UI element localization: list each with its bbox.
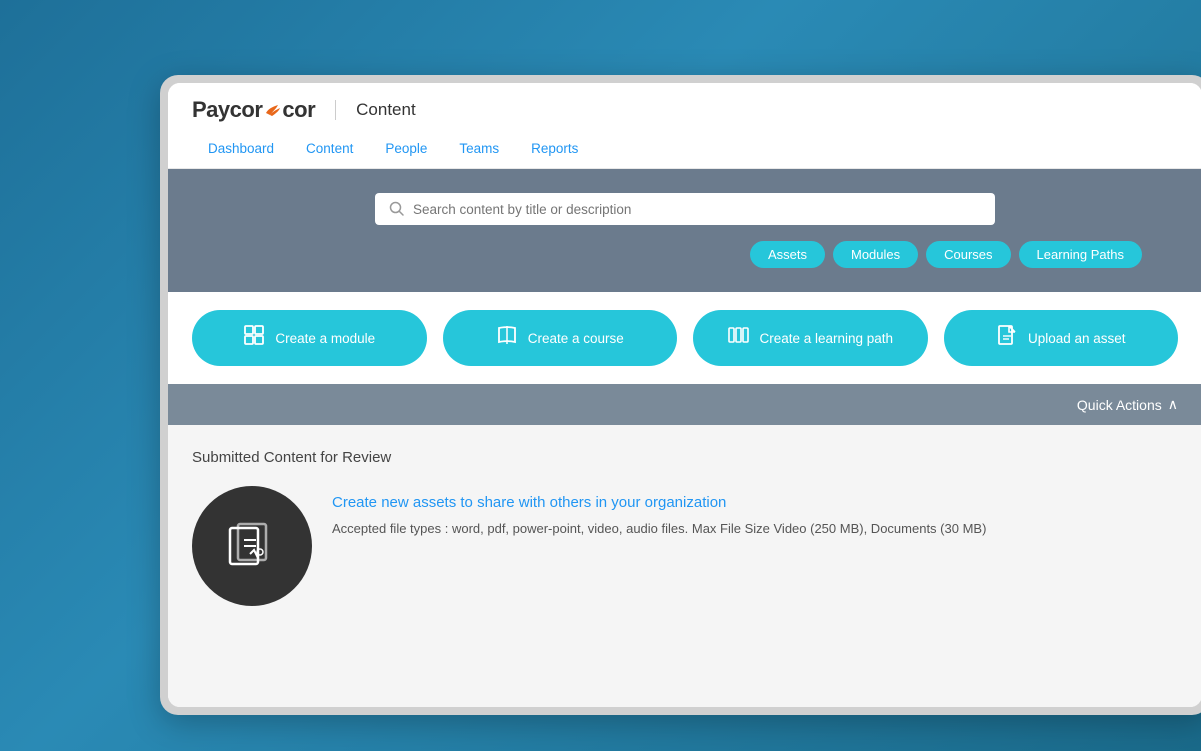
content-info: Create new assets to share with others i… xyxy=(332,486,1178,539)
upload-asset-icon xyxy=(996,324,1018,352)
course-svg-icon xyxy=(496,324,518,346)
header-top: Paycor cor Content xyxy=(192,83,1178,131)
create-module-label: Create a module xyxy=(275,331,375,346)
documents-icon xyxy=(222,516,282,576)
screen-background: Paycor cor Content xyxy=(0,0,1201,751)
header-divider xyxy=(335,100,336,120)
nav-item-reports[interactable]: Reports xyxy=(515,131,594,168)
section-title: Submitted Content for Review xyxy=(192,449,1178,466)
device-frame: Paycor cor Content xyxy=(160,75,1201,715)
chevron-up-icon: ∧ xyxy=(1168,396,1178,413)
upload-asset-button[interactable]: Upload an asset xyxy=(944,310,1179,366)
nav-bar: Dashboard Content People Teams Reports xyxy=(192,131,1178,168)
nav-item-people[interactable]: People xyxy=(369,131,443,168)
create-module-icon xyxy=(243,324,265,352)
header: Paycor cor Content xyxy=(168,83,1201,169)
search-input[interactable] xyxy=(413,202,981,217)
chip-courses[interactable]: Courses xyxy=(926,241,1010,268)
create-course-label: Create a course xyxy=(528,331,624,346)
search-section: Assets Modules Courses Learning Paths xyxy=(168,169,1201,292)
create-course-button[interactable]: Create a course xyxy=(443,310,678,366)
filter-chips: Assets Modules Courses Learning Paths xyxy=(168,241,1201,268)
chip-assets[interactable]: Assets xyxy=(750,241,825,268)
quick-actions-label: Quick Actions xyxy=(1077,397,1162,413)
create-module-button[interactable]: Create a module xyxy=(192,310,427,366)
quick-actions-text[interactable]: Quick Actions ∧ xyxy=(1077,396,1178,413)
nav-item-dashboard[interactable]: Dashboard xyxy=(192,131,290,168)
nav-item-content[interactable]: Content xyxy=(290,131,369,168)
module-svg-icon xyxy=(243,324,265,346)
content-row: Create new assets to share with others i… xyxy=(192,486,1178,606)
create-learning-path-icon xyxy=(727,324,749,352)
empty-state-image xyxy=(192,486,312,606)
chip-learning-paths[interactable]: Learning Paths xyxy=(1019,241,1142,268)
create-course-icon xyxy=(496,324,518,352)
empty-state-title: Create new assets to share with others i… xyxy=(332,494,1178,511)
device-inner: Paycor cor Content xyxy=(168,83,1201,707)
logo-text-2: cor xyxy=(282,97,315,123)
app-title: Content xyxy=(356,100,416,120)
create-learning-path-button[interactable]: Create a learning path xyxy=(693,310,928,366)
action-buttons: Create a module Create a course xyxy=(168,292,1201,384)
quick-actions-bar[interactable]: Quick Actions ∧ xyxy=(168,384,1201,425)
logo-area: Paycor cor Content xyxy=(192,97,416,123)
learning-path-svg-icon xyxy=(727,324,749,346)
search-bar-wrapper xyxy=(168,193,1201,225)
chip-modules[interactable]: Modules xyxy=(833,241,918,268)
app-container: Paycor cor Content xyxy=(168,83,1201,707)
search-bar[interactable] xyxy=(375,193,995,225)
logo-text: Paycor xyxy=(192,97,262,123)
paycor-bird-icon xyxy=(264,103,282,117)
create-learning-path-label: Create a learning path xyxy=(759,331,893,346)
content-area: Submitted Content for Review xyxy=(168,425,1201,707)
upload-asset-label: Upload an asset xyxy=(1028,331,1126,346)
nav-item-teams[interactable]: Teams xyxy=(443,131,515,168)
asset-svg-icon xyxy=(996,324,1018,346)
paycor-logo: Paycor cor xyxy=(192,97,315,123)
search-icon xyxy=(389,201,405,217)
empty-state-description: Accepted file types : word, pdf, power-p… xyxy=(332,519,1178,539)
